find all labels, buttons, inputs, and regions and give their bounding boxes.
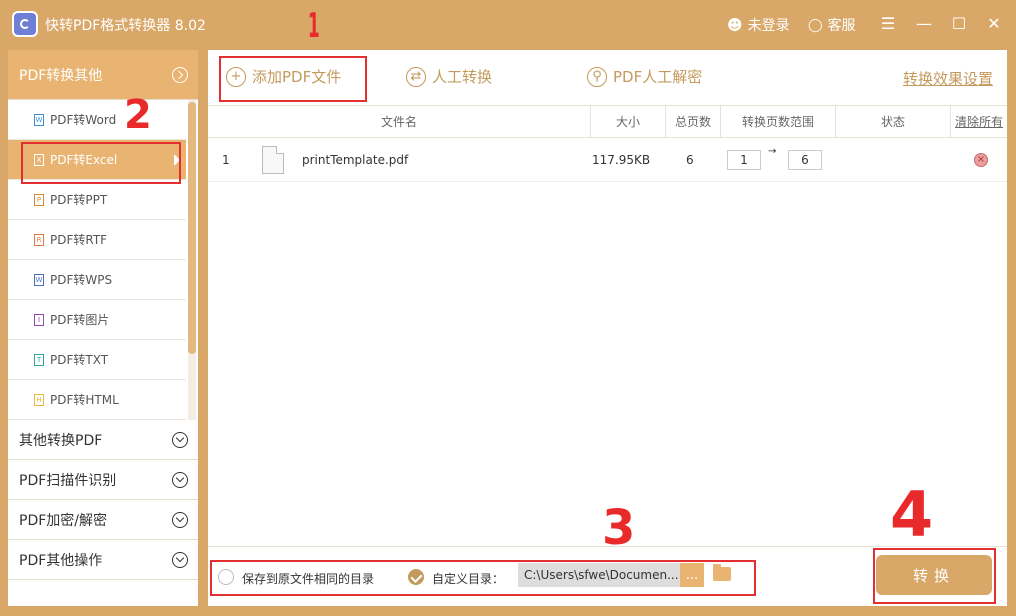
sidebar-item-label: PDF转PPT bbox=[50, 193, 108, 207]
row-filename: printTemplate.pdf bbox=[302, 152, 409, 167]
delete-row-icon[interactable]: × bbox=[974, 153, 988, 167]
menu-icon[interactable]: ☰ bbox=[878, 14, 898, 34]
sidebar: PDF转换其他 W PDF转Word X PDF转Excel P PDF转PPT… bbox=[8, 50, 198, 606]
annotation-number-2: 2 bbox=[124, 92, 152, 138]
sidebar-section-encrypt-decrypt[interactable]: PDF加密/解密 bbox=[8, 500, 198, 540]
page-from-input[interactable]: 1 bbox=[727, 150, 761, 170]
col-status: 状态 bbox=[836, 106, 951, 137]
manual-convert-label: 人工转换 bbox=[432, 68, 493, 86]
chat-icon: ◯ bbox=[808, 17, 823, 33]
login-label: 未登录 bbox=[747, 18, 790, 34]
sidebar-section-label: PDF其他操作 bbox=[19, 552, 103, 569]
annotation-number-1: 1 bbox=[307, 6, 320, 46]
sidebar-item-label: PDF转RTF bbox=[50, 233, 108, 247]
key-icon: ⚲ bbox=[587, 66, 607, 87]
wps-file-icon: W bbox=[34, 273, 44, 286]
chevron-down-icon bbox=[172, 511, 188, 528]
sidebar-item-pdf-to-image[interactable]: I PDF转图片 bbox=[8, 300, 186, 340]
sidebar-section-label: PDF扫描件识别 bbox=[19, 472, 117, 489]
manual-convert-button[interactable]: ⇄ 人工转换 bbox=[406, 66, 492, 87]
app-logo-icon bbox=[12, 11, 38, 37]
service-label: 客服 bbox=[827, 18, 856, 34]
title-bar: 快转PDF格式转换器 8.02 ☻ 未登录 ◯ 客服 ☰ — ☐ ✕ bbox=[0, 0, 1016, 50]
image-file-icon: I bbox=[34, 313, 44, 326]
swap-icon: ⇄ bbox=[406, 66, 426, 87]
clear-all-link[interactable]: 清除所有 bbox=[951, 106, 1007, 137]
word-file-icon: W bbox=[34, 113, 44, 126]
annotation-number-3: 3 bbox=[602, 500, 636, 556]
convert-settings-link[interactable]: 转换效果设置 bbox=[903, 68, 993, 89]
sidebar-section-label: PDF转换其他 bbox=[19, 67, 103, 84]
sidebar-section-label: PDF加密/解密 bbox=[19, 512, 107, 529]
annotation-number-4: 4 bbox=[890, 478, 934, 551]
annotation-box-2 bbox=[21, 142, 181, 184]
sidebar-section-other-ops[interactable]: PDF其他操作 bbox=[8, 540, 198, 580]
page-to-input[interactable]: 6 bbox=[788, 150, 822, 170]
chevron-down-icon bbox=[172, 431, 188, 448]
ppt-file-icon: P bbox=[34, 193, 44, 206]
rtf-file-icon: R bbox=[34, 233, 44, 246]
sidebar-item-pdf-to-ppt[interactable]: P PDF转PPT bbox=[8, 180, 186, 220]
col-pages: 总页数 bbox=[666, 106, 721, 137]
login-button[interactable]: ☻ 未登录 bbox=[727, 15, 790, 35]
row-index: 1 bbox=[222, 152, 230, 167]
sidebar-item-pdf-to-txt[interactable]: T PDF转TXT bbox=[8, 340, 186, 380]
annotation-box-1 bbox=[219, 56, 367, 102]
col-filename: 文件名 bbox=[208, 106, 591, 137]
row-size: 117.95KB bbox=[592, 152, 651, 167]
close-icon[interactable]: ✕ bbox=[984, 14, 1004, 34]
user-icon: ☻ bbox=[727, 16, 743, 34]
sidebar-section-pdf-to-other[interactable]: PDF转换其他 bbox=[8, 50, 198, 100]
html-file-icon: H bbox=[34, 393, 44, 406]
sidebar-item-pdf-to-wps[interactable]: W PDF转WPS bbox=[8, 260, 186, 300]
sidebar-item-pdf-to-word[interactable]: W PDF转Word bbox=[8, 100, 186, 140]
scrollbar[interactable] bbox=[188, 102, 196, 354]
manual-decrypt-label: PDF人工解密 bbox=[613, 68, 703, 86]
sidebar-item-label: PDF转WPS bbox=[50, 273, 113, 287]
manual-decrypt-button[interactable]: ⚲ PDF人工解密 bbox=[587, 66, 702, 87]
txt-file-icon: T bbox=[34, 353, 44, 366]
sidebar-item-pdf-to-rtf[interactable]: R PDF转RTF bbox=[8, 220, 186, 260]
sidebar-section-other-to-pdf[interactable]: 其他转换PDF bbox=[8, 420, 198, 460]
sidebar-item-label: PDF转HTML bbox=[50, 393, 119, 407]
sidebar-section-label: 其他转换PDF bbox=[19, 432, 103, 449]
pdf-file-icon bbox=[262, 146, 284, 174]
range-arrow-icon: → bbox=[768, 146, 777, 157]
customer-service-button[interactable]: ◯ 客服 bbox=[808, 15, 856, 35]
annotation-box-4 bbox=[873, 548, 996, 604]
row-pages: 6 bbox=[686, 152, 694, 167]
annotation-box-3 bbox=[210, 560, 756, 596]
table-header: 文件名 大小 总页数 转换页数范围 状态 清除所有 bbox=[208, 106, 1007, 138]
table-row[interactable]: 1 printTemplate.pdf 117.95KB 6 1 → 6 × bbox=[208, 138, 1007, 182]
col-size: 大小 bbox=[591, 106, 666, 137]
sidebar-section-scan-ocr[interactable]: PDF扫描件识别 bbox=[8, 460, 198, 500]
chevron-down-icon bbox=[172, 471, 188, 488]
chevron-right-icon bbox=[172, 66, 188, 83]
sidebar-item-pdf-to-html[interactable]: H PDF转HTML bbox=[8, 380, 186, 420]
maximize-icon[interactable]: ☐ bbox=[949, 14, 969, 34]
sidebar-item-label: PDF转Word bbox=[50, 113, 117, 127]
sidebar-item-label: PDF转TXT bbox=[50, 353, 109, 367]
sidebar-item-label: PDF转图片 bbox=[50, 313, 110, 327]
minimize-icon[interactable]: — bbox=[914, 14, 934, 34]
chevron-down-icon bbox=[172, 551, 188, 568]
app-title: 快转PDF格式转换器 8.02 bbox=[45, 18, 206, 34]
col-range: 转换页数范围 bbox=[721, 106, 836, 137]
